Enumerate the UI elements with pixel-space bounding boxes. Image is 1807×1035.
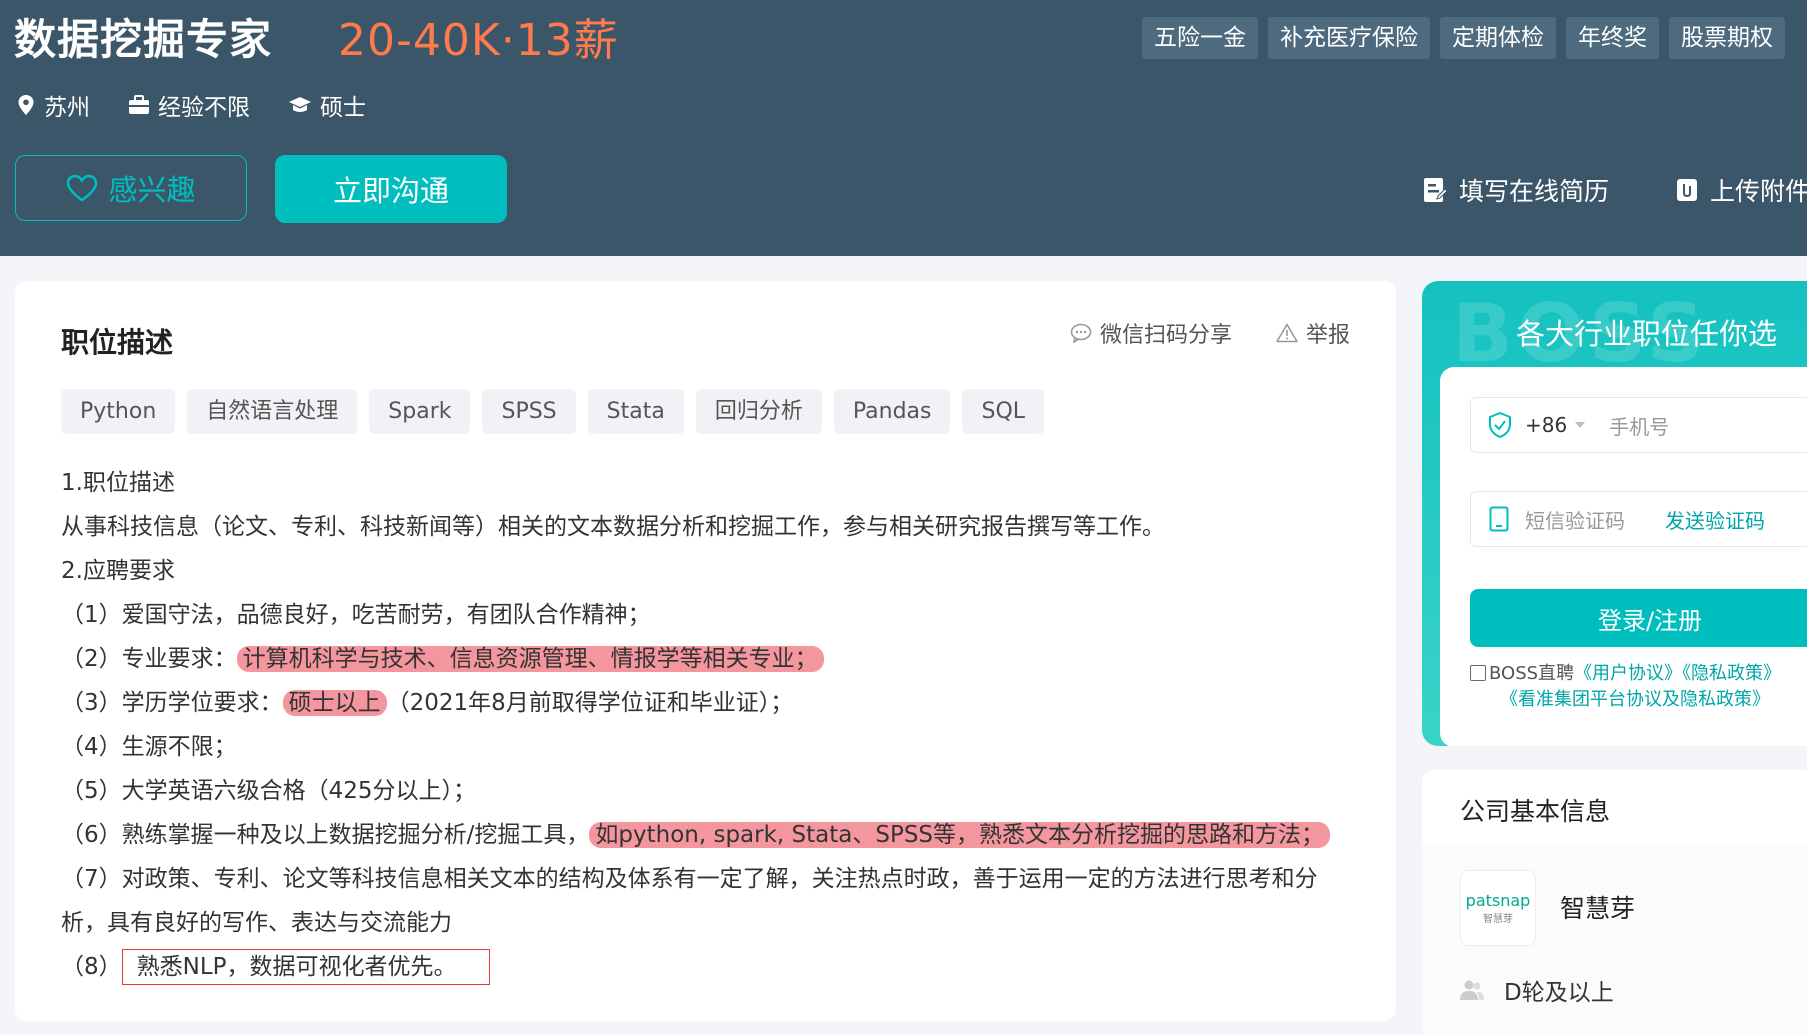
boxed-annotation-text: 熟悉NLP，数据可视化者优先。 xyxy=(121,949,490,985)
company-name[interactable]: 智慧芽 xyxy=(1560,889,1635,925)
upload-attachment-link[interactable]: 上传附件 xyxy=(1676,172,1807,208)
skill-tag: Pandas xyxy=(833,389,951,434)
desc-text: （6）熟练掌握一种及以上数据挖掘分析/挖掘工具， xyxy=(61,822,590,848)
location: 苏州 xyxy=(16,88,90,122)
upload-attachment-label: 上传附件 xyxy=(1710,177,1807,206)
benefit-tags: 五险一金 补充医疗保险 定期体检 年终奖 股票期权 xyxy=(1142,17,1785,59)
desc-text: （2021年8月前取得学位证和毕业证）； xyxy=(386,690,794,716)
login-form: +86 手机号 短信验证码 发送验证码 登录/注册 BOSS直聘《用户协议》《隐… xyxy=(1440,367,1807,746)
location-text: 苏州 xyxy=(44,95,90,121)
desc-text: （3）学历学位要求： xyxy=(61,690,283,716)
degree: 硕士 xyxy=(288,88,366,122)
section-title: 职位描述 xyxy=(61,326,174,359)
location-pin-icon xyxy=(18,95,34,115)
wechat-share-link[interactable]: 微信扫码分享 xyxy=(1070,317,1232,349)
attachment-icon xyxy=(1677,179,1697,201)
experience-text: 经验不限 xyxy=(158,95,250,121)
report-link[interactable]: 举报 xyxy=(1276,317,1350,349)
group-policy-link[interactable]: 《看准集团平台协议及隐私政策》 xyxy=(1500,689,1770,710)
funding-text: D轮及以上 xyxy=(1504,980,1614,1006)
country-code-select[interactable]: +86 xyxy=(1525,413,1567,437)
privacy-policy-link[interactable]: 《隐私政策》 xyxy=(1682,663,1781,684)
desc-line: 2.应聘要求 xyxy=(61,558,175,584)
desc-text: （8） xyxy=(61,954,122,980)
job-description-text: 1.职位描述 从事科技信息（论文、专利、科技新闻等）相关的文本数据分析和挖掘工作… xyxy=(61,461,1361,989)
online-resume-label: 填写在线简历 xyxy=(1459,177,1610,206)
desc-line: 从事科技信息（论文、专利、科技新闻等）相关的文本数据分析和挖掘工作，参与相关研究… xyxy=(61,514,1165,540)
logo-text: patsnap xyxy=(1465,891,1531,910)
benefit-tag: 补充医疗保险 xyxy=(1268,17,1430,59)
send-code-button[interactable]: 发送验证码 xyxy=(1665,505,1765,534)
highlighted-text: 硕士以上 xyxy=(282,690,387,716)
job-meta: 苏州 经验不限 硕士 xyxy=(16,88,404,122)
caret-down-icon xyxy=(1575,422,1586,428)
job-header: 数据挖掘专家 20-40K·13薪 五险一金 补充医疗保险 定期体检 年终奖 股… xyxy=(0,0,1807,256)
desc-line: （1）爱国守法，品德良好，吃苦耐劳，有团队合作精神； xyxy=(61,602,651,628)
degree-text: 硕士 xyxy=(320,95,366,121)
phone-field[interactable]: +86 手机号 xyxy=(1470,397,1807,453)
promo-title: 各大行业职位任你选 xyxy=(1516,317,1778,351)
desc-line: （4）生源不限； xyxy=(61,734,237,760)
resume-icon xyxy=(1424,178,1447,202)
company-info-card: 公司基本信息 patsnap 智慧芽 智慧芽 D轮及以上 xyxy=(1422,770,1807,1035)
skill-tag: SQL xyxy=(962,389,1045,434)
funding-stage: D轮及以上 xyxy=(1460,973,1614,1007)
login-register-button[interactable]: 登录/注册 xyxy=(1470,589,1807,647)
skill-tag: 自然语言处理 xyxy=(187,389,358,434)
benefit-tag: 定期体检 xyxy=(1440,17,1556,59)
desc-line: （8） 熟悉NLP，数据可视化者优先。 xyxy=(61,945,1361,989)
salary: 20-40K·13薪 xyxy=(338,15,619,66)
user-agreement-link[interactable]: 《用户协议》 xyxy=(1574,663,1682,684)
briefcase-icon xyxy=(129,95,149,114)
skill-tag: Spark xyxy=(369,389,471,434)
login-promo-card: BOSS 各大行业职位任你选 +86 手机号 短信验证码 发送验证码 登录/注册… xyxy=(1422,281,1807,746)
desc-line: （2）专业要求： 计算机科学与技术、信息资源管理、情报学等相关专业； xyxy=(61,637,1361,681)
experience: 经验不限 xyxy=(128,88,250,122)
phone-input[interactable]: 手机号 xyxy=(1609,411,1669,440)
login-register-label: 登录/注册 xyxy=(1597,606,1703,635)
benefit-tag: 股票期权 xyxy=(1669,17,1785,59)
people-icon xyxy=(1460,980,1484,1000)
agreement: BOSS直聘《用户协议》《隐私政策》 《看准集团平台协议及隐私政策》 xyxy=(1470,661,1807,713)
skill-tag: 回归分析 xyxy=(695,389,822,434)
agreement-checkbox[interactable] xyxy=(1470,665,1486,681)
company-logo[interactable]: patsnap 智慧芽 xyxy=(1460,870,1536,946)
desc-line: 析，具有良好的写作、表达与交流能力 xyxy=(61,910,452,936)
desc-line: （6）熟练掌握一种及以上数据挖掘分析/挖掘工具， 如python, spark, … xyxy=(61,813,1361,857)
chat-bubble-icon xyxy=(1070,323,1092,343)
desc-line: 1.职位描述 xyxy=(61,470,175,496)
skill-tag: Python xyxy=(61,389,176,434)
sms-code-input[interactable]: 短信验证码 xyxy=(1525,505,1625,534)
highlighted-text: 计算机科学与技术、信息资源管理、情报学等相关专业； xyxy=(236,646,824,672)
wechat-share-label: 微信扫码分享 xyxy=(1099,323,1232,348)
phone-icon xyxy=(1489,506,1509,532)
highlighted-text: 如python, spark, Stata、SPSS等，熟悉文本分析挖掘的思路和… xyxy=(589,822,1331,848)
agreement-prefix: BOSS直聘 xyxy=(1489,663,1575,684)
skill-tag: SPSS xyxy=(482,389,576,434)
benefit-tag: 五险一金 xyxy=(1142,17,1258,59)
online-resume-link[interactable]: 填写在线简历 xyxy=(1423,172,1609,208)
warning-icon xyxy=(1276,323,1298,343)
desc-line: （3）学历学位要求： 硕士以上 （2021年8月前取得学位证和毕业证）； xyxy=(61,681,1361,725)
skill-tags: Python 自然语言处理 Spark SPSS Stata 回归分析 Pand… xyxy=(61,389,1045,434)
benefit-tag: 年终奖 xyxy=(1566,17,1659,59)
job-description-card: 职位描述 微信扫码分享 举报 Python 自然语言处理 Spark SPSS … xyxy=(15,281,1396,1021)
desc-line: （5）大学英语六级合格（425分以上）； xyxy=(61,778,477,804)
card-actions: 微信扫码分享 举报 xyxy=(1026,317,1350,349)
desc-text: （2）专业要求： xyxy=(61,646,237,672)
interest-label: 感兴趣 xyxy=(108,173,196,207)
desc-line: （7）对政策、专利、论文等科技信息相关文本的结构及体系有一定了解，关注热点时政，… xyxy=(61,866,1318,892)
interest-button[interactable]: 感兴趣 xyxy=(15,155,247,221)
heart-icon xyxy=(67,174,98,202)
chat-now-label: 立即沟通 xyxy=(332,174,449,208)
logo-subtext: 智慧芽 xyxy=(1483,914,1513,925)
company-section-title: 公司基本信息 xyxy=(1460,797,1611,826)
skill-tag: Stata xyxy=(587,389,684,434)
report-label: 举报 xyxy=(1305,323,1350,348)
sms-code-field[interactable]: 短信验证码 发送验证码 xyxy=(1470,491,1807,547)
graduation-cap-icon xyxy=(289,97,311,112)
shield-check-icon xyxy=(1489,412,1511,438)
job-title: 数据挖掘专家 xyxy=(14,15,273,64)
chat-now-button[interactable]: 立即沟通 xyxy=(275,155,507,223)
